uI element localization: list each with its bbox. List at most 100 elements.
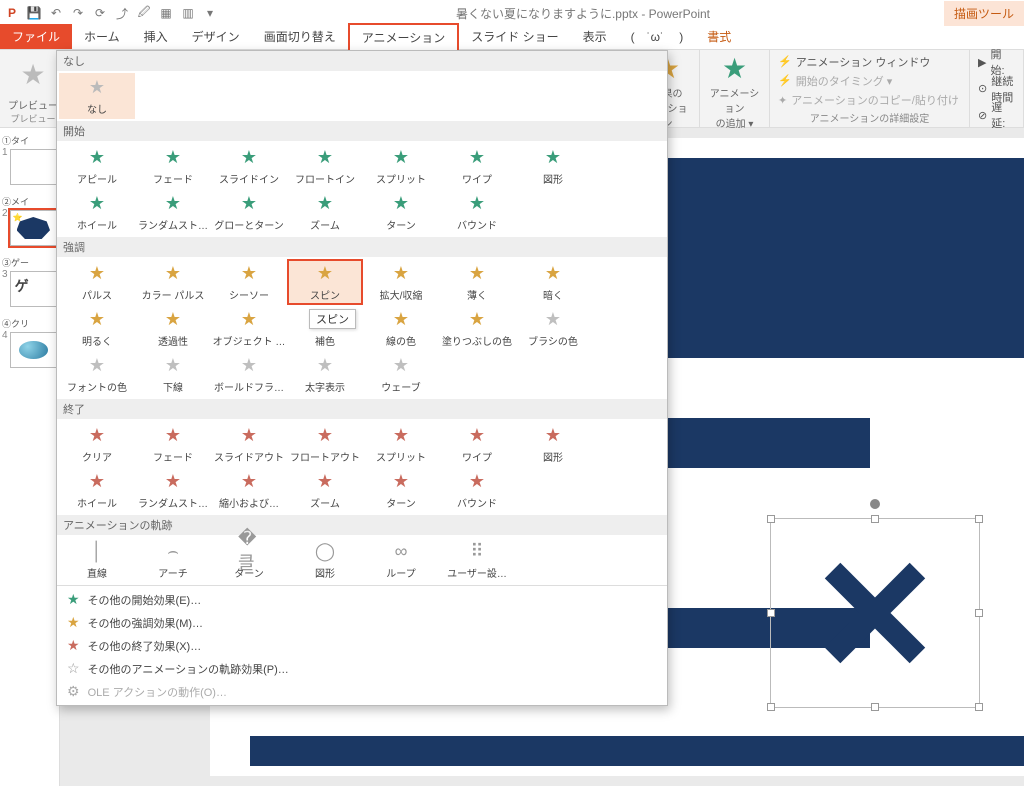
gallery-item[interactable]: ★ホイール <box>59 189 135 235</box>
gallery-item[interactable]: ★アピール <box>59 143 135 189</box>
gallery-item[interactable]: ★フェード <box>135 143 211 189</box>
star-icon: ★ <box>162 355 184 377</box>
gallery-item[interactable]: ★太字表示 <box>287 351 363 397</box>
qat-icon3[interactable]: 🖉 <box>136 5 152 21</box>
thumb-4[interactable]: ④クリ 4 <box>2 315 57 376</box>
qat-icon[interactable]: ⟳ <box>92 5 108 21</box>
gallery-item[interactable]: ★スピン <box>287 259 363 305</box>
rotate-handle[interactable] <box>868 497 882 511</box>
tab-view[interactable]: 表示 <box>571 24 619 49</box>
gallery-item[interactable]: ★拡大/収縮 <box>363 259 439 305</box>
qat-icon6[interactable]: ▾ <box>202 5 218 21</box>
gallery-item[interactable]: ★クリア <box>59 421 135 467</box>
tab-slideshow[interactable]: スライド ショー <box>459 24 570 49</box>
gallery-item[interactable]: ★縮小および… <box>211 467 287 513</box>
gallery-item[interactable]: ★フロートアウト <box>287 421 363 467</box>
gallery-item[interactable]: ★ターン <box>363 467 439 513</box>
gallery-item[interactable]: ◯図形 <box>287 537 363 583</box>
gallery-item[interactable]: ★バウンド <box>439 189 515 235</box>
qat-icon2[interactable]: ⤴ <box>114 5 130 21</box>
gallery-item[interactable]: ★スライドイン <box>211 143 287 189</box>
gallery-item[interactable]: ★図形 <box>515 421 591 467</box>
gallery-item[interactable]: ★明るく <box>59 305 135 351</box>
trigger-button[interactable]: ⚡開始のタイミング ▾ <box>778 71 892 90</box>
gallery-item[interactable]: ★下線 <box>135 351 211 397</box>
more-exit-effects[interactable]: ★その他の終了効果(X)… <box>57 634 667 657</box>
gallery-item[interactable]: ★オブジェクト … <box>211 305 287 351</box>
tab-insert[interactable]: 挿入 <box>132 24 180 49</box>
tab-transitions[interactable]: 画面切り替え <box>252 24 348 49</box>
gallery-item[interactable]: ★図形 <box>515 143 591 189</box>
gallery-item[interactable]: ★バウンド <box>439 467 515 513</box>
gallery-item[interactable]: ★ズーム <box>287 189 363 235</box>
gallery-item[interactable]: ★フォントの色 <box>59 351 135 397</box>
star-icon: ★ <box>314 355 336 377</box>
thumb-3[interactable]: ③ゲー 3ゲ <box>2 254 57 315</box>
more-motion-effects[interactable]: ☆その他のアニメーションの軌跡効果(P)… <box>57 657 667 680</box>
gallery-item[interactable]: ★ターン <box>363 189 439 235</box>
ribbon-group-add-animation[interactable]: ★ アニメーション の追加 ▾ <box>700 50 770 127</box>
more-emphasis-effects[interactable]: ★その他の強調効果(M)… <box>57 611 667 634</box>
star-icon: ★ <box>466 147 488 169</box>
gallery-item[interactable]: ★ワイプ <box>439 421 515 467</box>
gallery-item[interactable]: ★フロートイン <box>287 143 363 189</box>
qat-icon5[interactable]: ▥ <box>180 5 196 21</box>
duration-icon: ⊙ <box>978 82 987 95</box>
gallery-item[interactable]: ★ホイール <box>59 467 135 513</box>
gallery-item[interactable]: ★パルス <box>59 259 135 305</box>
gallery-item[interactable]: ∞ループ <box>363 537 439 583</box>
gallery-item[interactable]: ⠿ユーザー設… <box>439 537 515 583</box>
gallery-item[interactable]: ★ブラシの色 <box>515 305 591 351</box>
gallery-section-motion: アニメーションの軌跡 <box>57 515 667 535</box>
star-icon: ★ <box>390 471 412 493</box>
gallery-item[interactable]: ★シーソー <box>211 259 287 305</box>
path-icon: ∞ <box>390 541 412 563</box>
path-icon: ⠿ <box>466 541 488 563</box>
gallery-item[interactable]: ⌢アーチ <box>135 537 211 583</box>
undo-icon[interactable]: ↶ <box>48 5 64 21</box>
gallery-item[interactable]: �클ターン <box>211 537 287 583</box>
tab-home[interactable]: ホーム <box>72 24 132 49</box>
animation-painter-button[interactable]: ✦アニメーションのコピー/貼り付け <box>778 91 959 110</box>
gallery-item[interactable]: ★スライドアウト <box>211 421 287 467</box>
thumb-2[interactable]: ②メイ 2⭐ <box>2 193 57 254</box>
more-entrance-effects[interactable]: ★その他の開始効果(E)… <box>57 588 667 611</box>
gallery-item-none[interactable]: ★なし <box>59 73 135 119</box>
thumb-1[interactable]: ①タイ 1 <box>2 132 57 193</box>
gallery-item[interactable]: ★ワイプ <box>439 143 515 189</box>
delay-icon: ⊘ <box>978 109 987 122</box>
gallery-item[interactable]: ★薄く <box>439 259 515 305</box>
gallery-item[interactable]: ★ランダムスト… <box>135 467 211 513</box>
tab-emoji[interactable]: ( ˙ω˙ ) <box>619 24 696 49</box>
gallery-item[interactable]: ★カラー パルス <box>135 259 211 305</box>
gallery-item[interactable]: ★ランダムスト… <box>135 189 211 235</box>
tab-design[interactable]: デザイン <box>180 24 252 49</box>
qat-icon4[interactable]: ▦ <box>158 5 174 21</box>
selected-shape[interactable] <box>770 518 980 708</box>
gallery-item[interactable]: ★暗く <box>515 259 591 305</box>
tab-animations[interactable]: アニメーション <box>348 23 460 50</box>
redo-icon[interactable]: ↷ <box>70 5 86 21</box>
gallery-item[interactable]: ★スプリット <box>363 421 439 467</box>
gallery-item[interactable]: ★フェード <box>135 421 211 467</box>
gallery-item[interactable]: ★透過性 <box>135 305 211 351</box>
gallery-item[interactable]: │直線 <box>59 537 135 583</box>
save-icon[interactable]: 💾 <box>26 5 42 21</box>
gallery-item[interactable]: ★塗りつぶしの色 <box>439 305 515 351</box>
preview-icon[interactable]: ★ <box>10 52 56 97</box>
tab-format[interactable]: 書式 <box>695 24 743 49</box>
star-icon: ★ <box>314 471 336 493</box>
animation-pane-button[interactable]: ⚡アニメーション ウィンドウ <box>778 52 930 71</box>
star-icon: ★ <box>390 147 412 169</box>
gallery-item[interactable]: ★ボールドフラ… <box>211 351 287 397</box>
gallery-item[interactable]: ★スプリット <box>363 143 439 189</box>
tab-file[interactable]: ファイル <box>0 24 72 49</box>
path-icon: ⌢ <box>162 541 184 563</box>
gallery-item[interactable]: ★ウェーブ <box>363 351 439 397</box>
gallery-item[interactable]: ★グローとターン <box>211 189 287 235</box>
star-icon: ★ <box>162 471 184 493</box>
gallery-item[interactable]: ★線の色 <box>363 305 439 351</box>
painter-icon: ✦ <box>778 94 787 107</box>
star-icon: ★ <box>162 193 184 215</box>
gallery-item[interactable]: ★ズーム <box>287 467 363 513</box>
